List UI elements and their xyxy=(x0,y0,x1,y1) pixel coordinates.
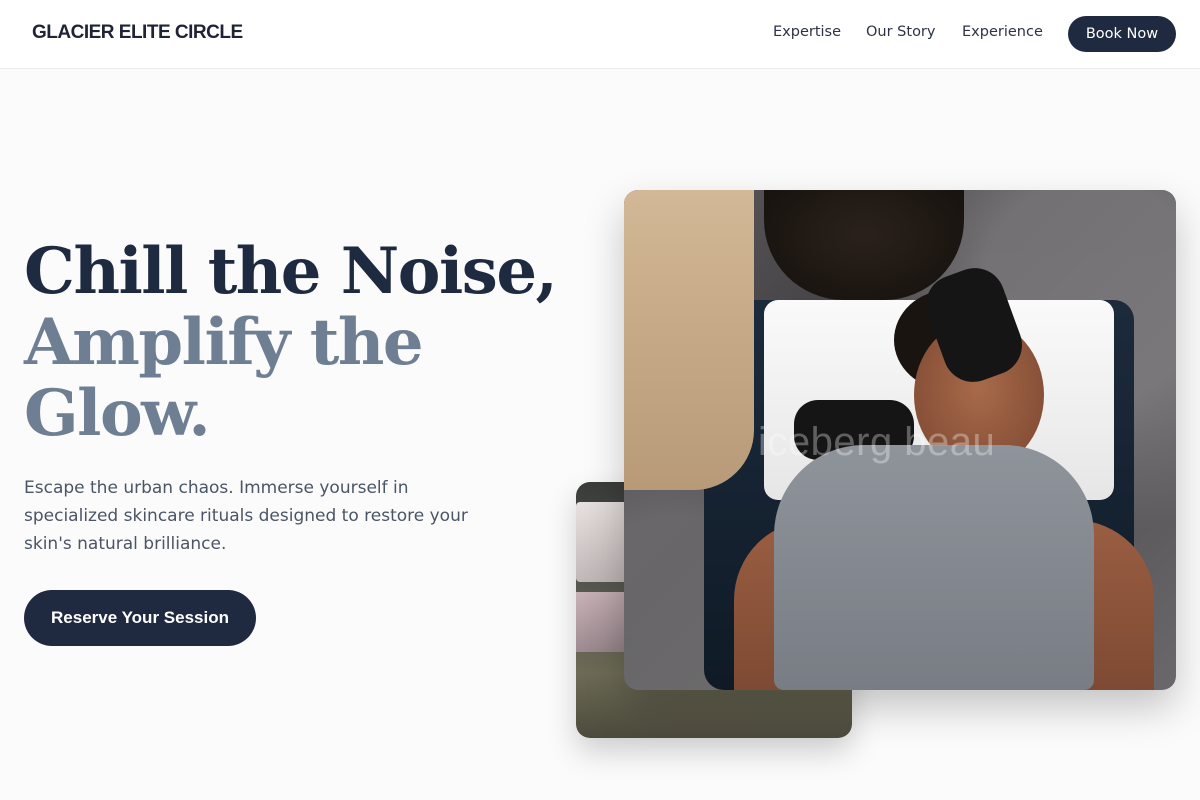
headline-line-2: Amplify the xyxy=(24,305,424,380)
nav-link-experience[interactable]: Experience xyxy=(962,24,1043,40)
brand-logo[interactable]: GLACIER ELITE CIRCLE xyxy=(32,22,243,44)
headline-line-3: Glow. xyxy=(24,376,211,451)
nav-link-our-story[interactable]: Our Story xyxy=(866,24,935,40)
image-watermark: iceberg beau xyxy=(758,420,996,464)
hero-headline: Chill the Noise, Amplify the Glow. xyxy=(24,236,584,449)
main-hero-image: iceberg beau xyxy=(624,190,1176,690)
headline-line-1: Chill the Noise, xyxy=(24,234,558,309)
hero-subtext: Escape the urban chaos. Immerse yourself… xyxy=(24,478,468,554)
reserve-session-button[interactable]: Reserve Your Session xyxy=(24,590,256,646)
nav-link-expertise[interactable]: Expertise xyxy=(773,24,841,40)
site-header: GLACIER ELITE CIRCLE Expertise Our Story… xyxy=(0,0,1200,69)
book-now-button[interactable]: Book Now xyxy=(1068,16,1176,52)
